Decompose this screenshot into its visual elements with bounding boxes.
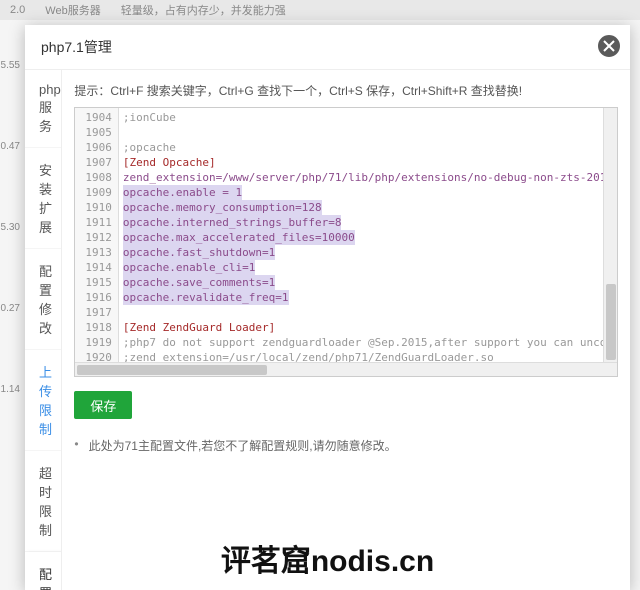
bullet-icon: • <box>74 437 78 451</box>
sidebar-item-2[interactable]: 配置修改 <box>25 249 61 350</box>
close-icon[interactable] <box>596 33 622 59</box>
sidebar-item-0[interactable]: php服务 <box>25 70 61 148</box>
editor-hint: 提示：Ctrl+F 搜索关键字，Ctrl+G 查找下一个，Ctrl+S 保存，C… <box>74 82 618 99</box>
watermark: 评茗窟nodis.cn <box>25 536 630 580</box>
code-area[interactable]: ;ionCube;opcache[Zend Opcache]zend_exten… <box>119 108 617 376</box>
sidebar-item-1[interactable]: 安装扩展 <box>25 148 61 249</box>
config-note: • 此处为71主配置文件,若您不了解配置规则,请勿随意修改。 <box>74 437 618 454</box>
modal-title: php7.1管理 <box>25 25 630 70</box>
horizontal-scrollbar[interactable] <box>75 362 617 376</box>
sidebar-item-3[interactable]: 上传限制 <box>25 350 61 451</box>
vertical-scrollbar[interactable] <box>603 108 617 362</box>
line-gutter: 1904190519061907190819091910191119121913… <box>75 108 119 376</box>
php-config-modal: php7.1管理 php服务安装扩展配置修改上传限制超时限制配置文件禁用函数性能… <box>25 25 630 590</box>
save-button[interactable]: 保存 <box>74 391 132 419</box>
sidebar: php服务安装扩展配置修改上传限制超时限制配置文件禁用函数性能调整负载状态FPM… <box>25 70 62 590</box>
content-panel: 提示：Ctrl+F 搜索关键字，Ctrl+G 查找下一个，Ctrl+S 保存，C… <box>62 70 630 590</box>
background-left-numbers: 5.550.475.300.271.14 <box>0 60 20 465</box>
code-editor[interactable]: 1904190519061907190819091910191119121913… <box>74 107 618 377</box>
background-table-header: 2.0 Web服务器 轻量级，占有内存少，并发能力强 <box>0 0 640 20</box>
